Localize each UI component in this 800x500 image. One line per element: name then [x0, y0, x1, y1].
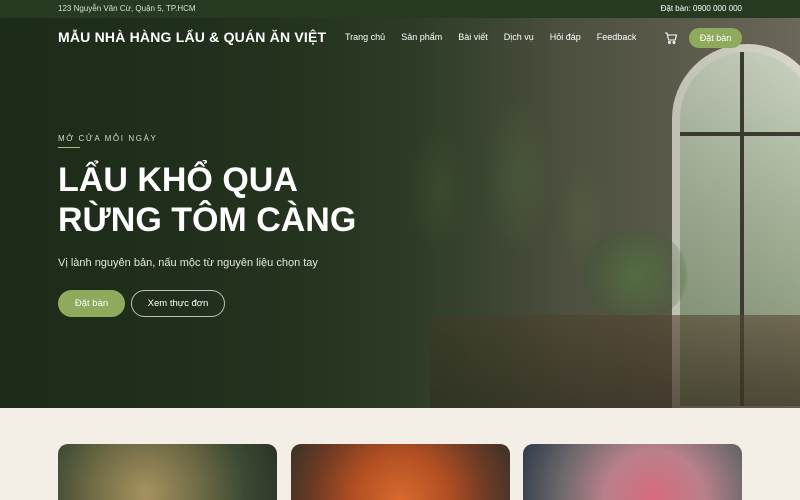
top-bar: 123 Nguyễn Văn Cừ, Quận 5, TP.HCM Đặt bà…	[0, 0, 800, 18]
hero-menu-button[interactable]: Xem thực đơn	[131, 290, 225, 317]
nav-item-home[interactable]: Trang chủ	[345, 32, 385, 42]
hero-title: LẨU KHỔ QUA RỪNG TÔM CÀNG	[58, 160, 356, 240]
hero-title-line1: LẨU KHỔ QUA	[58, 161, 298, 199]
nav-item-posts[interactable]: Bài viết	[458, 32, 488, 42]
featured-dishes-section	[0, 408, 800, 500]
hero-eyebrow-divider	[58, 147, 80, 148]
nav-book-button[interactable]: Đặt bàn	[689, 28, 742, 48]
site-logo[interactable]: MẪU NHÀ HÀNG LẨU & QUÁN ĂN VIỆT	[58, 29, 326, 45]
main-nav: MẪU NHÀ HÀNG LẨU & QUÁN ĂN VIỆT Trang ch…	[0, 18, 800, 60]
top-bar-phone[interactable]: Đặt bàn: 0900 000 000	[661, 4, 742, 13]
nav-menu: Trang chủ Sản phẩm Bài viết Dịch vụ Hỏi …	[345, 32, 636, 42]
hero-book-button[interactable]: Đặt bàn	[58, 290, 125, 317]
hero-eyebrow: MỞ CỬA MỖI NGÀY	[58, 134, 158, 143]
nav-item-products[interactable]: Sản phẩm	[401, 32, 442, 42]
nav-item-services[interactable]: Dịch vụ	[504, 32, 534, 42]
cart-icon[interactable]	[664, 31, 678, 45]
dish-card[interactable]	[523, 444, 742, 500]
nav-item-feedback[interactable]: Feedback	[597, 32, 637, 42]
hero-title-line2: RỪNG TÔM CÀNG	[58, 201, 357, 239]
dish-card[interactable]	[58, 444, 277, 500]
hero-subtitle: Vị lành nguyên bản, nấu mộc từ nguyên li…	[58, 257, 318, 269]
nav-item-faq[interactable]: Hỏi đáp	[550, 32, 581, 42]
dish-card[interactable]	[291, 444, 510, 500]
hero-section: MỞ CỬA MỖI NGÀY LẨU KHỔ QUA RỪNG TÔM CÀN…	[0, 0, 800, 408]
top-bar-address: 123 Nguyễn Văn Cừ, Quận 5, TP.HCM	[58, 4, 196, 13]
